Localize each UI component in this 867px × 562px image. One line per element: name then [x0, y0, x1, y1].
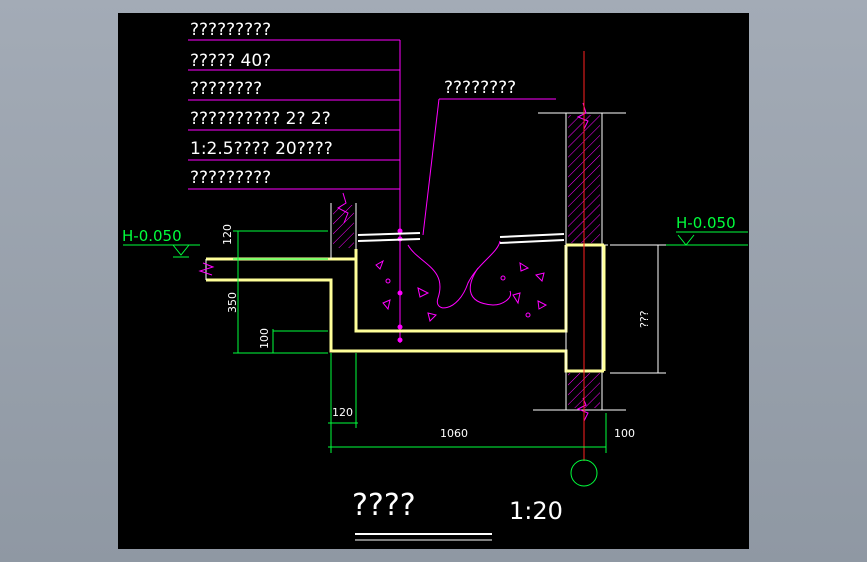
axis-bubble: [570, 459, 598, 487]
ground-top-line: [206, 249, 358, 261]
grate-strip-right: [499, 239, 565, 244]
callout-leader: [422, 98, 556, 236]
stone: [535, 272, 545, 282]
dim-label-100-right: 100: [614, 427, 635, 440]
callout-label: ????????: [444, 78, 516, 98]
level-label-left: H-0.050: [122, 227, 182, 245]
dim-label-120-top: 120: [221, 224, 234, 245]
stone: [512, 292, 521, 305]
stone: [375, 259, 384, 270]
level-label-right: H-0.050: [676, 214, 736, 232]
channel-inner: [354, 245, 568, 333]
stone: [385, 278, 391, 284]
note-line-1: ?????????: [190, 20, 271, 40]
stone: [519, 262, 530, 272]
ground-bottom-line: [206, 278, 570, 373]
left-wall-hatch: [333, 205, 354, 248]
stone: [537, 300, 548, 310]
note-line-3: ????????: [190, 79, 262, 99]
note-line-4: ?????????? 2? 2?: [190, 109, 331, 129]
dim-label-120-bottom: 120: [332, 406, 353, 419]
drawing-scale: 1:20: [509, 497, 563, 525]
dim-label-100-left: 100: [258, 328, 271, 349]
level-triangle: [172, 244, 190, 256]
dimension-lines: [233, 230, 607, 453]
level-triangle: [677, 234, 695, 246]
dim-label-350: 350: [226, 292, 239, 313]
leader-dot: [397, 290, 403, 296]
note-line-2: ????? 40?: [190, 51, 271, 71]
gravel-fill: [375, 240, 548, 322]
dim-label-1060: 1060: [440, 427, 468, 440]
callout-pointer: [422, 98, 440, 236]
drawing-title: ????: [352, 488, 416, 523]
dim-label-right-height: ???: [638, 310, 651, 328]
note-line-5: 1:2.5???? 20????: [190, 139, 333, 159]
stone: [382, 299, 391, 311]
break-symbol: [198, 262, 215, 276]
stone: [525, 312, 531, 318]
grate-strip-left: [357, 238, 421, 242]
grate: [357, 232, 565, 244]
dimension-right: [610, 244, 666, 374]
cad-viewport[interactable]: ????????? ????? 40? ???????? ?????????? …: [118, 13, 749, 549]
leader-dot: [397, 324, 403, 330]
stone: [500, 275, 506, 281]
grate-strip-left: [357, 232, 421, 236]
note-line-6: ?????????: [190, 168, 271, 188]
fill-contour: [469, 267, 512, 306]
grate-strip-right: [499, 233, 565, 238]
stone: [417, 287, 430, 298]
detail-drawing: ????????? ????? 40? ???????? ?????????? …: [122, 20, 748, 541]
right-ledge: [566, 243, 606, 373]
fill-contour: [407, 240, 501, 309]
stone: [427, 312, 437, 322]
leader-dot: [397, 337, 403, 343]
level-marker-left: [123, 244, 200, 258]
level-marker-right: [612, 231, 748, 246]
